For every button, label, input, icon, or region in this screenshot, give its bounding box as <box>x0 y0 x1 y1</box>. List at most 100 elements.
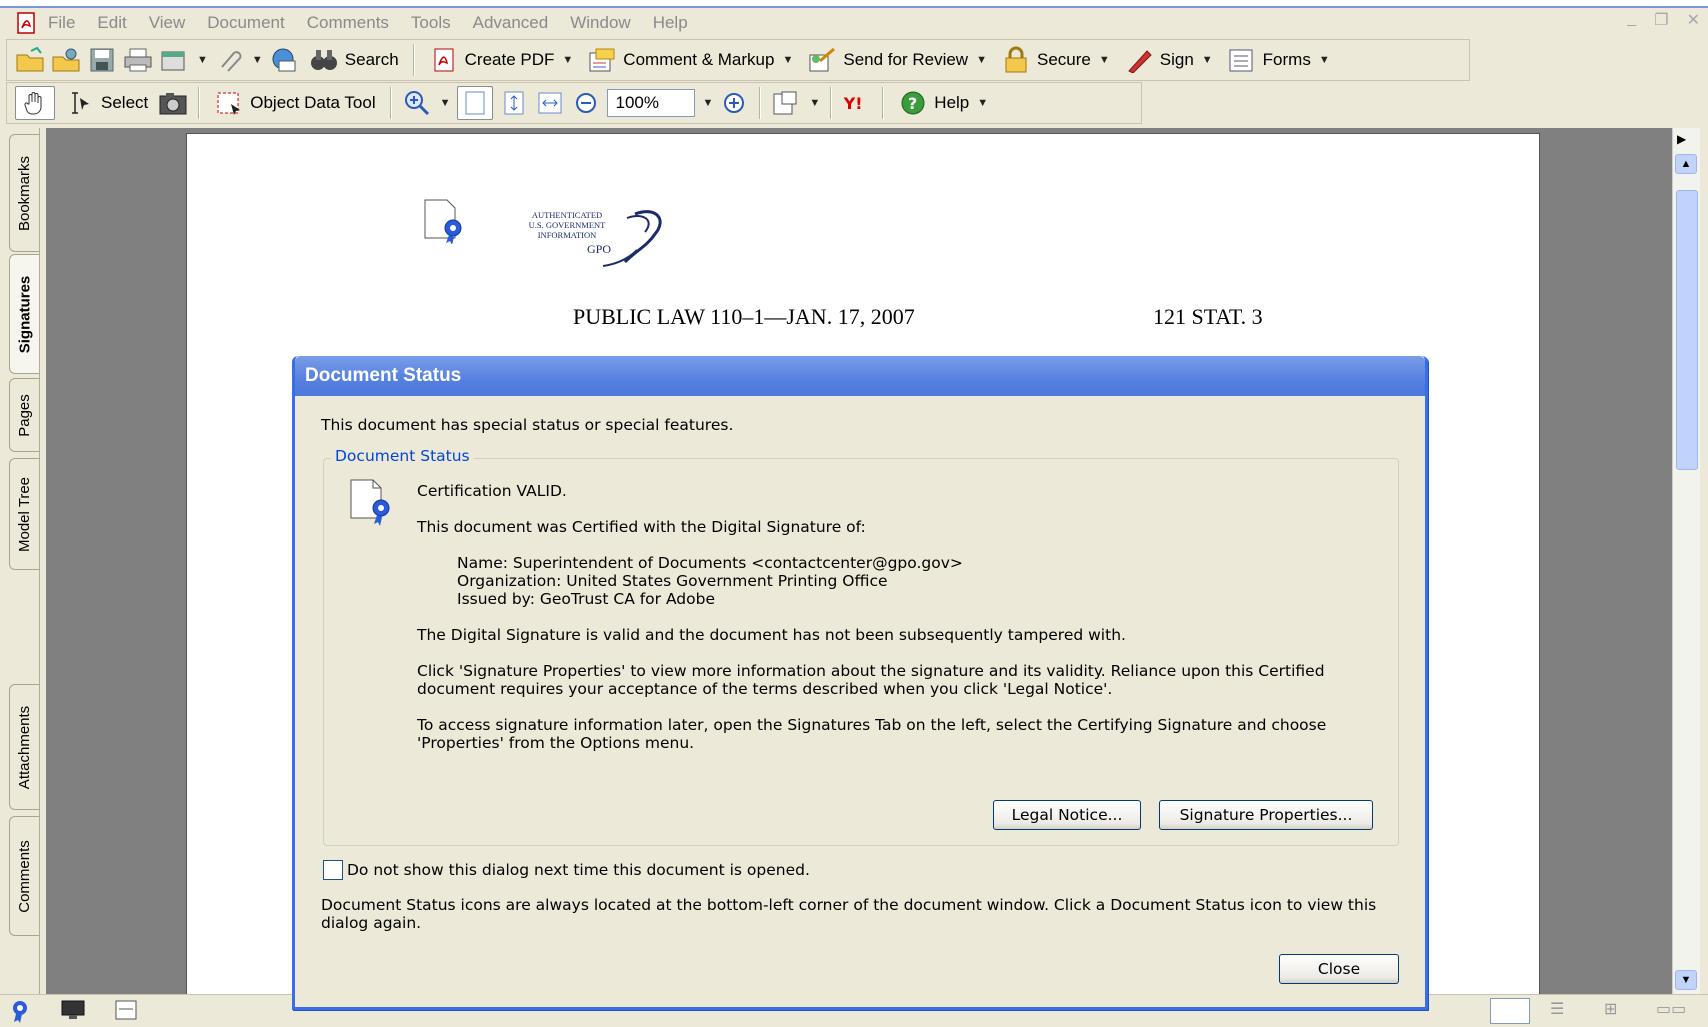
menu-tools[interactable]: Tools <box>411 13 451 33</box>
properties-info-line-1: Click 'Signature Properties' to view mor… <box>417 662 1325 680</box>
forms-icon <box>1227 46 1257 74</box>
chevron-down-icon: ▼ <box>1318 54 1330 66</box>
email-icon[interactable] <box>269 46 299 74</box>
document-status-icon[interactable] <box>10 999 30 1027</box>
continuous-facing-view-icon[interactable]: ▭▭ <box>1656 999 1686 1019</box>
fit-page-icon[interactable] <box>499 89 529 117</box>
save-icon[interactable] <box>87 46 117 74</box>
sign-button[interactable]: Sign ▼ <box>1120 43 1217 77</box>
attach-dropdown-icon[interactable]: ▼ <box>252 54 263 66</box>
restore-icon[interactable]: ❐ <box>1654 10 1668 30</box>
menu-comments[interactable]: Comments <box>307 13 389 33</box>
scroll-up-icon[interactable]: ▲ <box>1675 154 1697 174</box>
tab-comments[interactable]: Comments <box>9 816 39 936</box>
forms-button[interactable]: Forms ▼ <box>1223 43 1334 77</box>
rotate-dropdown-icon[interactable]: ▼ <box>809 97 820 109</box>
yahoo-icon[interactable]: Y! <box>842 89 872 117</box>
object-data-label: Object Data Tool <box>250 93 376 112</box>
tab-pages[interactable]: Pages <box>9 378 39 452</box>
chevron-down-icon: ▼ <box>1201 54 1213 66</box>
fit-width-icon[interactable] <box>535 89 565 117</box>
zoom-out-icon[interactable] <box>571 89 601 117</box>
scroll-down-icon[interactable]: ▼ <box>1675 970 1697 990</box>
attach-icon[interactable] <box>214 46 244 74</box>
menu-document[interactable]: Document <box>207 13 284 33</box>
dialog-title-bar[interactable]: Document Status <box>295 356 1425 396</box>
seal-line-3: INFORMATION <box>537 230 597 240</box>
open-folder-icon[interactable] <box>15 46 45 74</box>
navigation-pane-tabs: Bookmarks Signatures Pages Model Tree At… <box>6 128 40 998</box>
organizer-icon[interactable] <box>51 46 81 74</box>
close-window-icon[interactable]: ✕ <box>1687 10 1700 30</box>
close-button[interactable]: Close <box>1279 954 1399 984</box>
signer-organization: Organization: United States Government P… <box>457 572 888 590</box>
scroll-thumb[interactable] <box>1676 190 1698 470</box>
menu-help[interactable]: Help <box>653 13 688 33</box>
facing-view-icon[interactable]: ⊞ <box>1604 999 1617 1019</box>
object-data-tool-button[interactable]: Object Data Tool <box>210 86 379 120</box>
tab-attachments[interactable]: Attachments <box>9 684 39 810</box>
task-button-icon[interactable] <box>159 46 189 74</box>
menu-advanced[interactable]: Advanced <box>473 13 549 33</box>
toolbar-separator <box>198 87 201 119</box>
snapshot-camera-icon[interactable] <box>158 89 188 117</box>
select-tool-button[interactable]: Select <box>61 86 152 120</box>
monitor-icon[interactable] <box>60 999 86 1026</box>
menu-view[interactable]: View <box>149 13 186 33</box>
continuous-view-icon[interactable]: ☰ <box>1550 999 1564 1019</box>
toolbar-separator <box>759 87 762 119</box>
play-arrow-icon[interactable]: ▶ <box>1677 132 1686 146</box>
toolbar-separator <box>830 87 833 119</box>
search-button[interactable]: Search <box>305 43 403 77</box>
signature-valid-text: The Digital Signature is valid and the d… <box>417 626 1126 644</box>
zoom-level-dropdown-icon[interactable]: ▼ <box>703 97 714 109</box>
tab-bookmarks[interactable]: Bookmarks <box>9 134 39 252</box>
print-icon[interactable] <box>123 46 153 74</box>
chevron-down-icon: ▼ <box>976 54 987 66</box>
task-dropdown-icon[interactable]: ▼ <box>197 54 208 66</box>
minimize-icon[interactable]: _ <box>1627 10 1636 30</box>
hand-tool-icon[interactable] <box>15 86 55 120</box>
send-for-review-button[interactable]: Send for Review ▼ <box>803 43 991 77</box>
toolbar-separator <box>389 87 392 119</box>
statute-page: 121 STAT. 3 <box>1153 304 1263 329</box>
menu-window[interactable]: Window <box>570 13 630 33</box>
certified-document-icon[interactable] <box>423 198 467 249</box>
zoom-dropdown-icon[interactable]: ▼ <box>440 97 451 109</box>
menu-edit[interactable]: Edit <box>97 13 126 33</box>
acrobat-icon[interactable] <box>14 12 40 34</box>
secure-button[interactable]: Secure ▼ <box>997 43 1114 77</box>
sign-label: Sign <box>1159 50 1194 69</box>
help-button[interactable]: ? Help ▼ <box>894 86 992 120</box>
comment-markup-button[interactable]: Comment & Markup ▼ <box>583 43 797 77</box>
comment-markup-icon <box>587 46 617 74</box>
select-label: Select <box>101 93 149 112</box>
zoom-level-input[interactable]: 100% <box>606 89 695 117</box>
create-pdf-button[interactable]: Create PDF ▼ <box>425 43 578 77</box>
chevron-down-icon: ▼ <box>562 54 574 66</box>
tab-bookmarks-label: Bookmarks <box>16 155 33 231</box>
menu-file[interactable]: File <box>48 13 75 33</box>
dialog-title: Document Status <box>305 365 462 386</box>
single-page-view-icon[interactable] <box>1490 998 1530 1024</box>
tab-model-tree[interactable]: Model Tree <box>9 458 39 570</box>
zoom-in-icon[interactable] <box>719 89 749 117</box>
file-toolbar: ▼ ▼ Search Create PDF ▼ Comment & Markup… <box>6 39 1470 81</box>
window-controls: _ ❐ ✕ <box>1627 10 1700 30</box>
law-header: PUBLIC LAW 110–1—JAN. 17, 2007 <box>573 304 915 329</box>
help-label: Help <box>934 93 970 112</box>
window-top-border <box>0 0 1708 8</box>
actual-size-icon[interactable] <box>456 86 493 120</box>
do-not-show-label[interactable]: Do not show this dialog next time this d… <box>347 861 810 879</box>
tab-signatures[interactable]: Signatures <box>9 254 39 374</box>
access-info-line-2: 'Properties' from the Options menu. <box>417 734 695 752</box>
do-not-show-checkbox[interactable] <box>323 860 343 880</box>
seal-line-1: AUTHENTICATED <box>531 210 603 220</box>
zoom-in-tool-icon[interactable] <box>402 89 432 117</box>
text-cursor-icon <box>65 89 95 117</box>
signature-properties-button[interactable]: Signature Properties... <box>1159 800 1373 830</box>
page-options-icon[interactable] <box>114 999 138 1026</box>
rotate-view-icon[interactable] <box>771 89 801 117</box>
footer-text-line-2: dialog again. <box>321 914 422 932</box>
legal-notice-button[interactable]: Legal Notice... <box>993 800 1141 830</box>
